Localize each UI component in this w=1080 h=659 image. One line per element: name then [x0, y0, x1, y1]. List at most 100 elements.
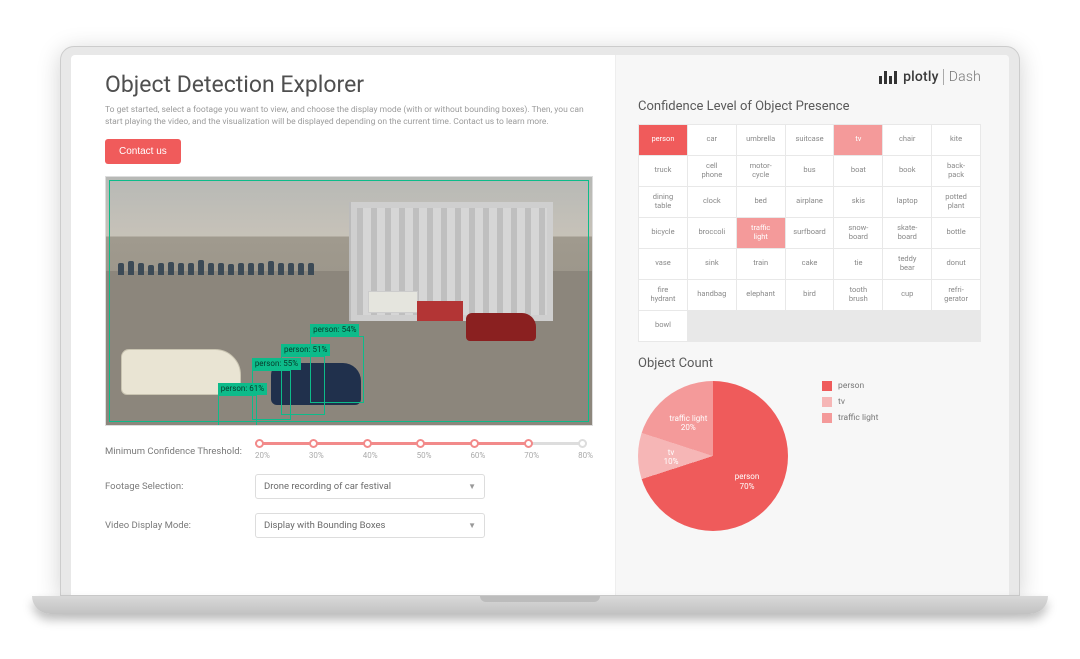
heatmap-cell[interactable]: chair: [883, 125, 931, 155]
heatmap-cell[interactable]: tooth brush: [834, 280, 882, 310]
chevron-down-icon: ▼: [468, 482, 476, 491]
heatmap-cell[interactable]: suitcase: [786, 125, 834, 155]
detection-bbox: person: 55%: [252, 370, 291, 420]
heatmap-cell[interactable]: bus: [786, 156, 834, 186]
slider-tick[interactable]: [416, 439, 425, 448]
heatmap-cell[interactable]: motor- cycle: [737, 156, 785, 186]
slider-tick-label: 40%: [363, 451, 378, 460]
contact-button[interactable]: Contact us: [105, 139, 181, 164]
slider-tick[interactable]: [363, 439, 372, 448]
heatmap-cell[interactable]: cup: [883, 280, 931, 310]
heatmap-cell[interactable]: tie: [834, 249, 882, 279]
slider-tick[interactable]: [524, 439, 533, 448]
heatmap-cell[interactable]: truck: [639, 156, 687, 186]
pie-slice-label: traffic light 20%: [664, 414, 712, 433]
heatmap-cell[interactable]: donut: [932, 249, 980, 279]
footage-label: Footage Selection:: [105, 481, 255, 492]
heatmap-cell[interactable]: traffic light: [737, 218, 785, 248]
heatmap-cell[interactable]: bird: [786, 280, 834, 310]
legend-item[interactable]: tv: [822, 397, 878, 407]
slider-tick[interactable]: [578, 439, 587, 448]
heatmap-cell[interactable]: laptop: [883, 187, 931, 217]
heatmap-cell[interactable]: snow- board: [834, 218, 882, 248]
pie-legend: person tv traffic light: [822, 381, 878, 429]
heatmap-cell[interactable]: fire hydrant: [639, 280, 687, 310]
heatmap-cell[interactable]: surfboard: [786, 218, 834, 248]
detection-label: person: 51%: [281, 344, 330, 356]
heatmap-cell[interactable]: person: [639, 125, 687, 155]
slider-tick[interactable]: [255, 439, 264, 448]
heatmap-cell[interactable]: sink: [688, 249, 736, 279]
mode-dropdown[interactable]: Display with Bounding Boxes ▼: [255, 513, 485, 538]
legend-label: traffic light: [838, 413, 878, 423]
footage-dropdown[interactable]: Drone recording of car festival ▼: [255, 474, 485, 499]
heatmap-cell[interactable]: cell phone: [688, 156, 736, 186]
legend-item[interactable]: person: [822, 381, 878, 391]
heatmap-cell[interactable]: bottle: [932, 218, 980, 248]
right-pane: plotlyDash Confidence Level of Object Pr…: [615, 55, 1009, 595]
heatmap-cell[interactable]: car: [688, 125, 736, 155]
heatmap-cell[interactable]: dining table: [639, 187, 687, 217]
heatmap-cell[interactable]: bed: [737, 187, 785, 217]
confidence-title: Confidence Level of Object Presence: [638, 99, 981, 114]
heatmap-cell[interactable]: back- pack: [932, 156, 980, 186]
page-title: Object Detection Explorer: [105, 71, 593, 98]
heatmap-cell[interactable]: vase: [639, 249, 687, 279]
detection-label: person: 61%: [218, 383, 267, 395]
slider-tick[interactable]: [470, 439, 479, 448]
detection-bbox: person: 61%: [218, 395, 257, 426]
heatmap-cell[interactable]: cake: [786, 249, 834, 279]
heatmap-cell[interactable]: train: [737, 249, 785, 279]
confidence-heatmap[interactable]: personcarumbrellasuitcasetvchairkite truc…: [638, 124, 981, 342]
legend-label: tv: [838, 397, 845, 407]
heatmap-cell[interactable]: elephant: [737, 280, 785, 310]
slider-tick-label: 50%: [417, 451, 432, 460]
heatmap-cell[interactable]: skate- board: [883, 218, 931, 248]
slider-tick-label: 20%: [255, 451, 270, 460]
laptop-mockup: Object Detection Explorer To get started…: [60, 46, 1020, 614]
heatmap-cell[interactable]: bicycle: [639, 218, 687, 248]
heatmap-cell[interactable]: skis: [834, 187, 882, 217]
video-player[interactable]: person: 54%person: 51%person: 55%person:…: [105, 176, 593, 426]
heatmap-cell[interactable]: kite: [932, 125, 980, 155]
chevron-down-icon: ▼: [468, 521, 476, 530]
brand-logo: plotlyDash: [638, 69, 981, 85]
heatmap-cell[interactable]: tv: [834, 125, 882, 155]
legend-item[interactable]: traffic light: [822, 413, 878, 423]
heatmap-cell[interactable]: potted plant: [932, 187, 980, 217]
product-name: Dash: [943, 69, 981, 85]
laptop-base: [32, 596, 1048, 614]
controls-panel: Minimum Confidence Threshold: 20% 30% 40% 5…: [105, 442, 593, 538]
heatmap-cell[interactable]: clock: [688, 187, 736, 217]
object-count-pie[interactable]: person 70%tv 10%traffic light 20%: [638, 381, 808, 541]
heatmap-cell[interactable]: broccoli: [688, 218, 736, 248]
heatmap-cell[interactable]: boat: [834, 156, 882, 186]
heatmap-cell[interactable]: book: [883, 156, 931, 186]
legend-label: person: [838, 381, 864, 391]
detection-label: person: 55%: [252, 358, 301, 370]
plotly-icon: [879, 70, 897, 84]
legend-swatch: [822, 381, 832, 391]
object-count-title: Object Count: [638, 356, 981, 371]
left-pane: Object Detection Explorer To get started…: [71, 55, 615, 595]
heatmap-cell[interactable]: bowl: [639, 311, 687, 341]
pie-slice-label: person 70%: [723, 472, 771, 491]
mode-label: Video Display Mode:: [105, 520, 255, 531]
heatmap-cell[interactable]: airplane: [786, 187, 834, 217]
page-description: To get started, select a footage you wan…: [105, 104, 585, 130]
slider-tick[interactable]: [309, 439, 318, 448]
slider-tick-label: 70%: [524, 451, 539, 460]
heatmap-cell[interactable]: teddy bear: [883, 249, 931, 279]
slider-tick-label: 30%: [309, 451, 324, 460]
threshold-slider[interactable]: 20% 30% 40% 50% 60% 70% 80%: [255, 442, 593, 460]
heatmap-cell[interactable]: handbag: [688, 280, 736, 310]
threshold-label: Minimum Confidence Threshold:: [105, 446, 255, 457]
legend-swatch: [822, 413, 832, 423]
app-root: Object Detection Explorer To get started…: [71, 55, 1009, 595]
footage-value: Drone recording of car festival: [264, 481, 391, 492]
heatmap-cell[interactable]: refri- gerator: [932, 280, 980, 310]
heatmap-cell[interactable]: umbrella: [737, 125, 785, 155]
slider-tick-label: 60%: [470, 451, 485, 460]
slider-tick-label: 80%: [578, 451, 593, 460]
detection-label: person: 54%: [310, 324, 359, 336]
